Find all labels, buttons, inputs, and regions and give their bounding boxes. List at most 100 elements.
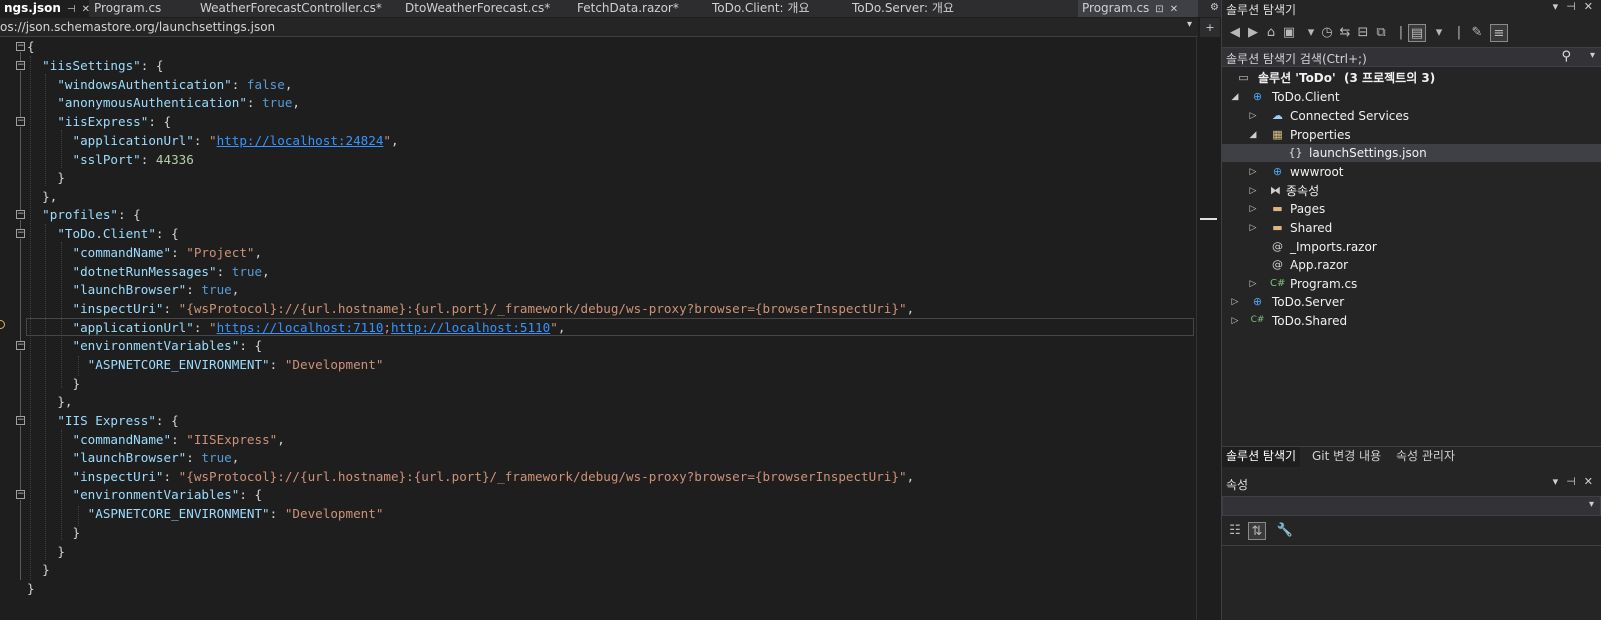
collapse-icon[interactable]: −	[16, 229, 25, 238]
json-key: "iisSettings"	[42, 58, 141, 73]
tree-item-dependencies[interactable]: ▷ ⧓ 종속성	[1222, 182, 1601, 200]
property-pages-icon[interactable]: 🔧	[1276, 522, 1294, 540]
code-line: "applicationUrl": "http://localhost:2482…	[72, 133, 399, 148]
tree-item-app-razor[interactable]: @ App.razor	[1222, 256, 1601, 274]
tree-item-label: 종속성	[1286, 184, 1320, 198]
solution-name: 솔루션 'ToDo'	[1258, 71, 1336, 85]
tree-item-todo-shared[interactable]: ▷ C# ToDo.Shared	[1222, 312, 1601, 330]
collapsed-arrow-icon[interactable]: ▷	[1247, 219, 1259, 237]
lightbulb-icon[interactable]	[0, 320, 5, 329]
collapse-icon[interactable]: −	[16, 61, 25, 70]
chevron-down-icon[interactable]: ▾	[1553, 0, 1559, 13]
back-icon[interactable]: ◀	[1226, 24, 1244, 42]
globe-icon: ⊕	[1272, 165, 1283, 178]
tree-item-imports-razor[interactable]: @ _Imports.razor	[1222, 238, 1601, 256]
tree-item-todo-client[interactable]: ◢ ⊕ ToDo.Client	[1222, 88, 1601, 106]
tab-todo-client-overview[interactable]: ToDo.Client: 개요	[708, 0, 848, 17]
solution-search-input[interactable]: 솔루션 탐색기 검색(Ctrl+;) ⚲ ▾	[1222, 47, 1601, 67]
copy-icon[interactable]: ⧉	[1372, 24, 1390, 42]
expanded-arrow-icon[interactable]: ◢	[1229, 88, 1241, 106]
search-icon[interactable]: ⚲	[1561, 49, 1571, 64]
tab-label: DtoWeatherForecast.cs*	[405, 1, 551, 15]
switch-view-icon[interactable]: ▣	[1280, 24, 1298, 42]
tree-item-program-cs[interactable]: ▷ C# Program.cs	[1222, 275, 1601, 293]
collapsed-arrow-icon[interactable]: ▷	[1247, 182, 1259, 200]
expanded-arrow-icon[interactable]: ◢	[1247, 126, 1259, 144]
tree-item-pages[interactable]: ▷ ▬ Pages	[1222, 200, 1601, 218]
url-link[interactable]: http://localhost:5110	[391, 320, 550, 335]
tree-item-solution[interactable]: ▭ 솔루션 'ToDo' (3 프로젝트의 3)	[1222, 69, 1601, 87]
tree-item-wwwroot[interactable]: ▷ ⊕ wwwroot	[1222, 163, 1601, 181]
url-link[interactable]: http://localhost:24824	[217, 133, 384, 148]
collapse-icon[interactable]: −	[16, 42, 25, 51]
tab-weatherforecastcontroller[interactable]: WeatherForecastController.cs*	[196, 0, 401, 17]
collapsed-arrow-icon[interactable]: ▷	[1247, 163, 1259, 181]
properties-object-select[interactable]: ▾	[1222, 496, 1601, 516]
tab-label: ToDo.Client: 개요	[712, 1, 810, 15]
tab-launchsettings[interactable]: ngs.json ⊣ ✕	[0, 0, 89, 17]
tree-item-launchsettings[interactable]: {} launchSettings.json	[1222, 144, 1601, 162]
history-icon[interactable]: ◷	[1318, 24, 1336, 42]
tab-todo-server-overview[interactable]: ToDo.Server: 개요	[848, 0, 988, 17]
collapse-icon[interactable]: −	[16, 341, 25, 350]
tab-dtoweatherforecast[interactable]: DtoWeatherForecast.cs*	[401, 0, 573, 17]
collapse-icon[interactable]: −	[16, 210, 25, 219]
chevron-down-icon[interactable]: ▾	[1187, 19, 1192, 30]
preview-selected-icon[interactable]: ≡	[1490, 24, 1508, 42]
pin-icon[interactable]: ⊣	[1566, 0, 1576, 13]
home-icon[interactable]: ⌂	[1262, 24, 1280, 42]
code-line: "launchBrowser": true,	[72, 282, 240, 297]
code-line: "commandName": "IISExpress",	[72, 432, 285, 447]
vertical-scrollbar[interactable]	[1196, 38, 1218, 620]
url-link[interactable]: https://localhost:7110	[217, 320, 384, 335]
close-icon[interactable]: ✕	[82, 2, 89, 17]
tab-fetchdata[interactable]: FetchData.razor*	[573, 0, 708, 17]
collapsed-arrow-icon[interactable]: ▷	[1229, 293, 1241, 311]
code-editor[interactable]: − − − − − − − − { "iisSettings": { "wind…	[0, 38, 1196, 620]
settings-icon[interactable]: ⚙	[1210, 2, 1219, 13]
fold-line	[20, 239, 21, 341]
chevron-down-icon[interactable]: ▾	[1553, 475, 1559, 488]
tab-property-manager[interactable]: 속성 관리자	[1392, 447, 1459, 467]
tab-git-changes[interactable]: Git 변경 내용	[1308, 447, 1385, 467]
solution-icon: ▭	[1238, 71, 1249, 84]
tab-label: ToDo.Server: 개요	[852, 1, 954, 15]
tree-item-connected-services[interactable]: ▷ ☁ Connected Services	[1222, 107, 1601, 125]
collapsed-arrow-icon[interactable]: ▷	[1229, 312, 1241, 330]
chevron-down-icon[interactable]: ▾	[1589, 499, 1594, 510]
fold-line	[20, 52, 21, 61]
forward-icon[interactable]: ▶	[1244, 24, 1262, 42]
tree-item-shared[interactable]: ▷ ▬ Shared	[1222, 219, 1601, 237]
collapse-icon[interactable]: −	[16, 490, 25, 499]
wrench-icon[interactable]: ✎	[1468, 24, 1486, 42]
tree-item-properties[interactable]: ◢ ▦ Properties	[1222, 126, 1601, 144]
close-icon[interactable]: ✕	[1170, 2, 1178, 17]
split-editor-button[interactable]: +	[1200, 18, 1220, 37]
tab-program-cs-preview[interactable]: Program.cs ⊡ ✕	[1078, 0, 1198, 17]
json-key: "ASPNETCORE_ENVIRONMENT"	[87, 357, 270, 372]
tree-item-todo-server[interactable]: ▷ ⊕ ToDo.Server	[1222, 293, 1601, 311]
pin-icon[interactable]: ⊣	[67, 2, 76, 17]
pin-icon[interactable]: ⊣	[1566, 475, 1576, 488]
collapsed-arrow-icon[interactable]: ▷	[1247, 200, 1259, 218]
sync-icon[interactable]: ⇆	[1336, 24, 1354, 42]
collapsed-arrow-icon[interactable]: ▷	[1247, 275, 1259, 293]
collapse-all-icon[interactable]: ⊟	[1354, 24, 1372, 42]
collapse-icon[interactable]: −	[16, 416, 25, 425]
tab-program-cs[interactable]: Program.cs	[90, 0, 198, 17]
chevron-down-icon[interactable]: ▾	[1430, 24, 1448, 42]
collapse-icon[interactable]: −	[16, 117, 25, 126]
sort-alphabetical-icon[interactable]: ⇅	[1248, 522, 1266, 540]
json-key: "ASPNETCORE_ENVIRONMENT"	[87, 506, 270, 521]
json-value: true	[201, 450, 232, 465]
chevron-down-icon[interactable]: ▾	[1590, 50, 1595, 61]
pin-icon[interactable]: ⊡	[1155, 2, 1163, 17]
collapsed-arrow-icon[interactable]: ▷	[1247, 107, 1259, 125]
show-all-files-icon[interactable]: ▤	[1408, 24, 1426, 42]
schema-selector[interactable]: os://json.schemastore.org/launchsettings…	[0, 18, 1198, 37]
json-key: "commandName"	[72, 432, 172, 447]
close-icon[interactable]: ✕	[1584, 0, 1593, 13]
close-icon[interactable]: ✕	[1584, 475, 1593, 488]
categorized-icon[interactable]: ☷	[1226, 522, 1244, 540]
tab-solution-explorer[interactable]: 솔루션 탐색기	[1222, 447, 1301, 467]
